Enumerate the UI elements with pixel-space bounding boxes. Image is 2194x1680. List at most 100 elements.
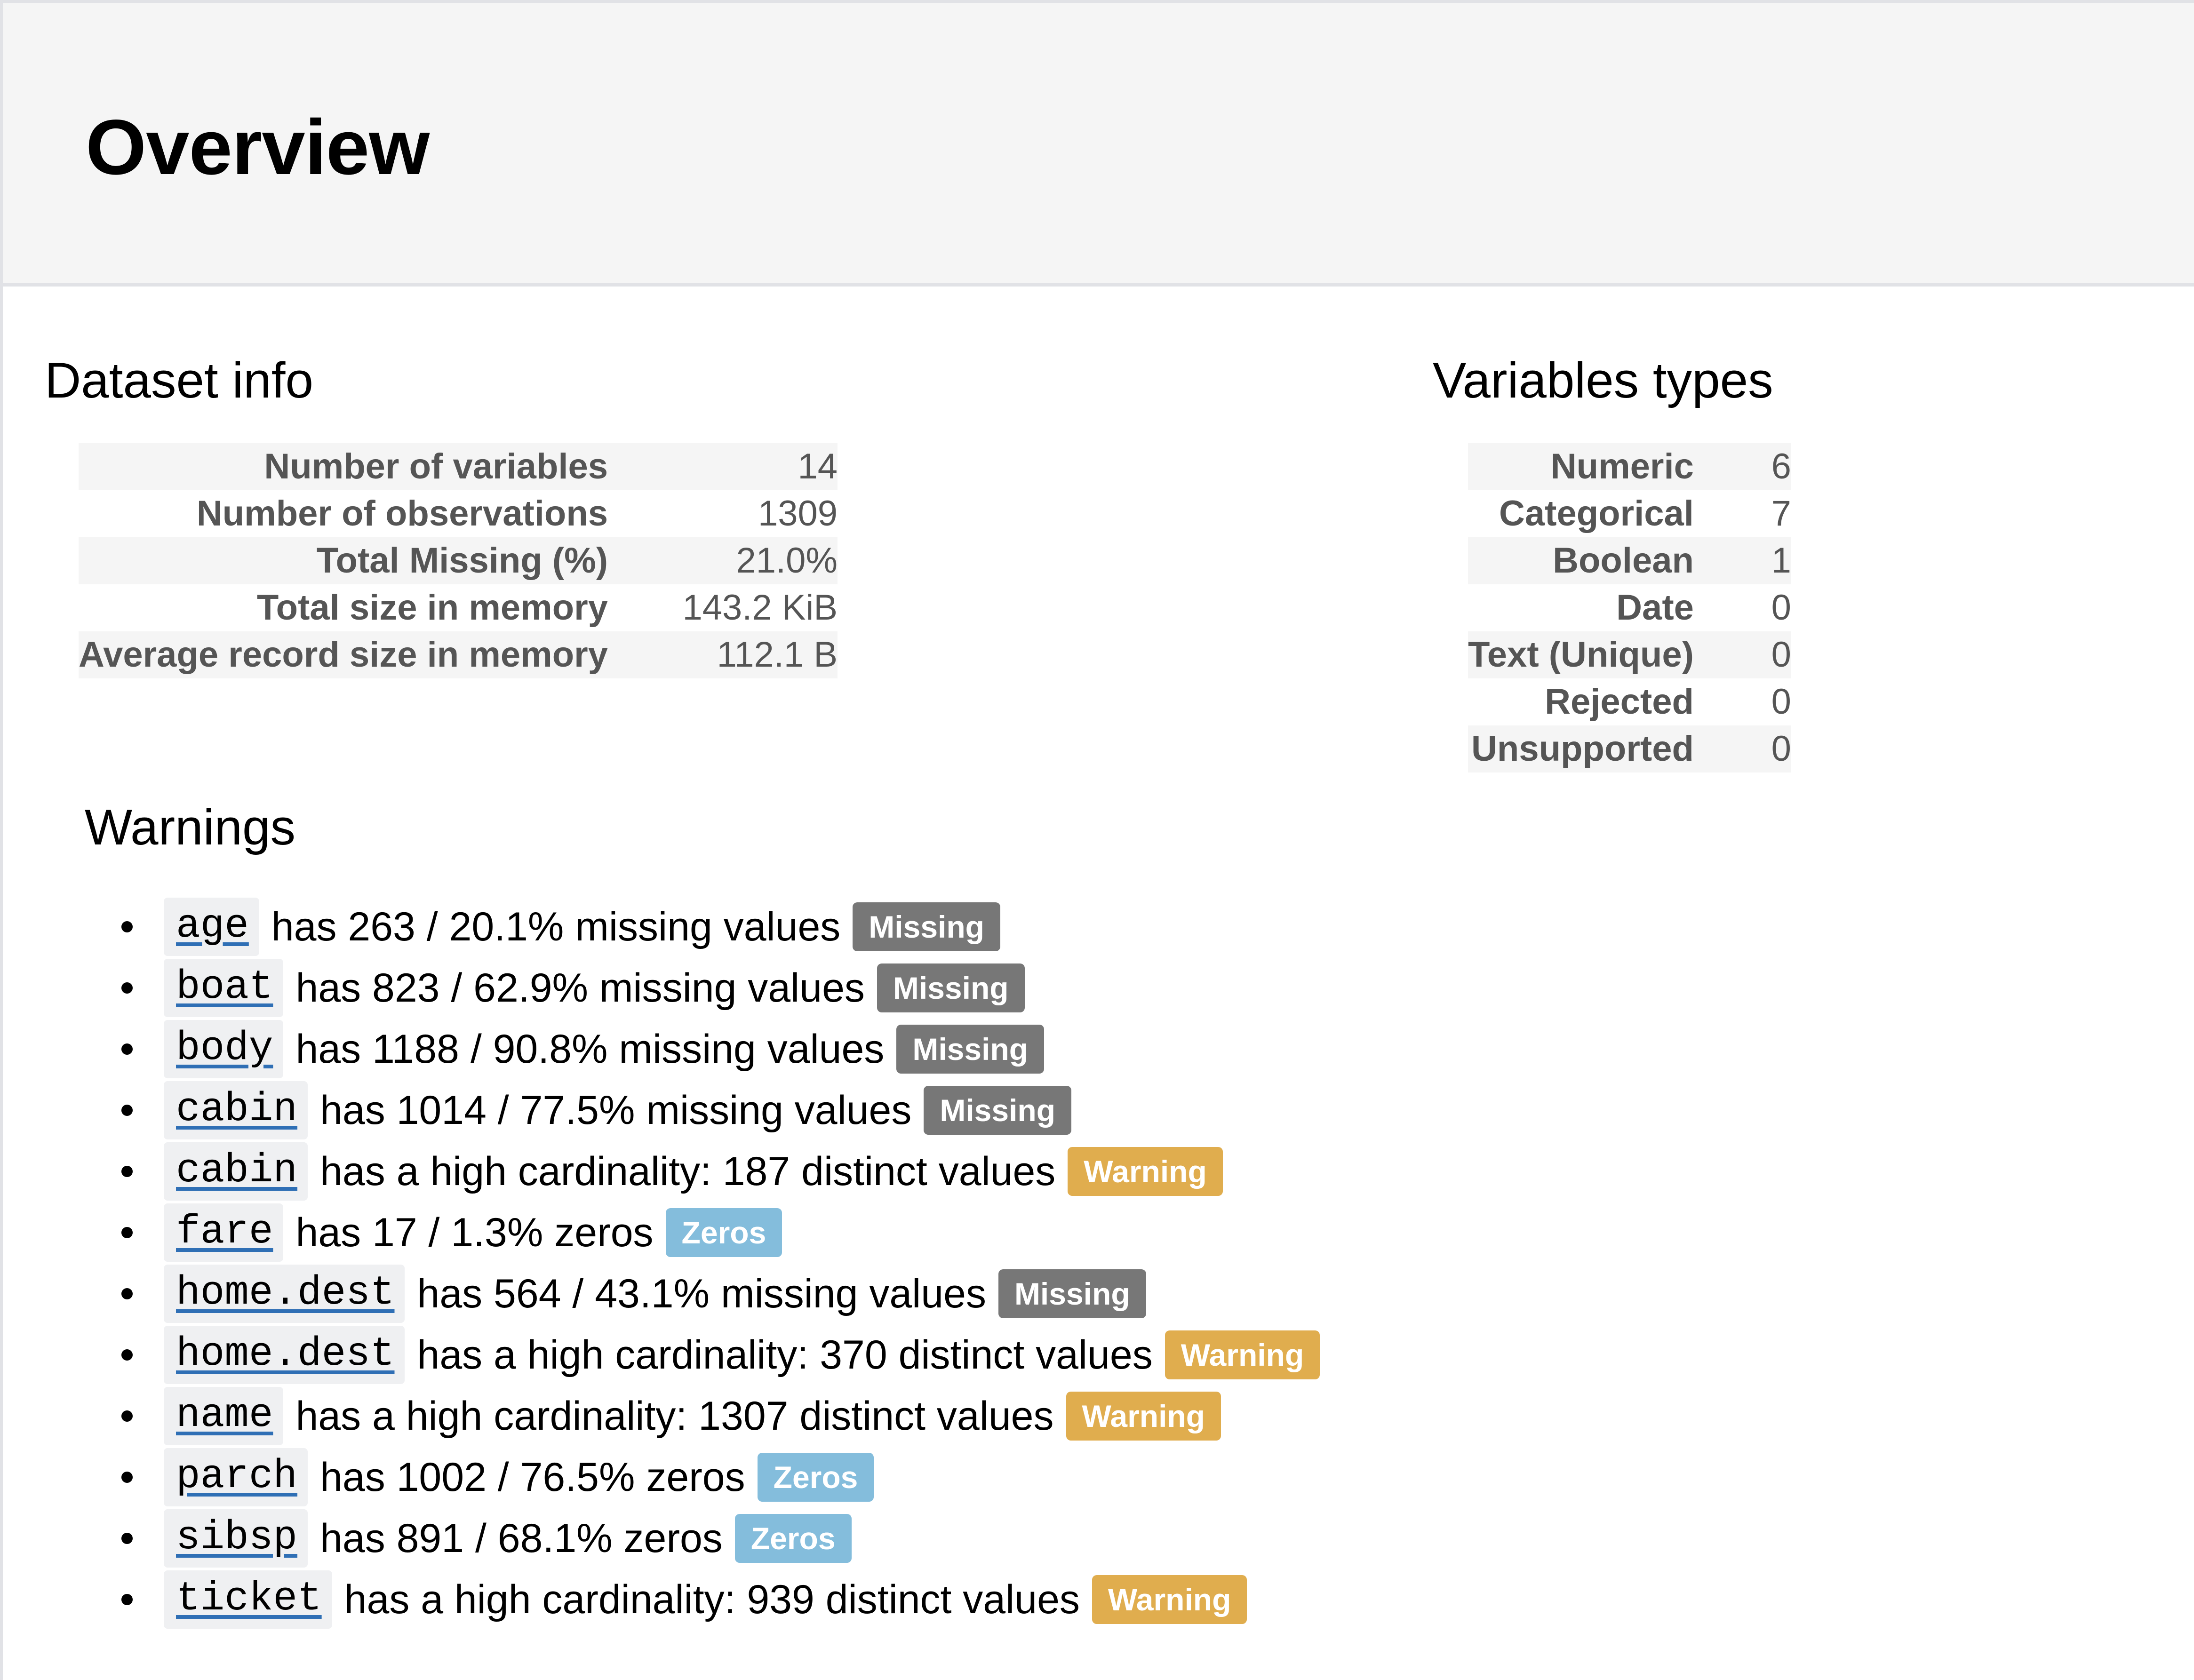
variable-link[interactable]: age: [164, 898, 259, 956]
status-badge: Zeros: [665, 1208, 782, 1257]
warning-message: has 564 / 43.1% missing values: [417, 1271, 986, 1316]
warning-message: has a high cardinality: 939 distinct val…: [344, 1576, 1080, 1622]
warning-message: has 263 / 20.1% missing values: [271, 904, 841, 949]
status-badge: Missing: [853, 902, 1000, 951]
bullet-icon: [121, 1288, 133, 1299]
page-title: Overview: [86, 104, 430, 191]
row-value: 0: [1771, 682, 1791, 722]
bullet-icon: [121, 1410, 133, 1422]
warning-message: has 1002 / 76.5% zeros: [320, 1454, 745, 1500]
warning-message: has 17 / 1.3% zeros: [295, 1210, 654, 1255]
row-label: Rejected: [1545, 682, 1694, 722]
row-value: 0: [1693, 725, 1791, 772]
row-value: 7: [1771, 494, 1791, 533]
warning-item: name has a high cardinality: 1307 distinc…: [121, 1385, 1320, 1447]
warning-message: has 1014 / 77.5% missing values: [320, 1087, 912, 1133]
table-row: Number of variables 14: [79, 443, 838, 490]
variable-types-heading: Variables types: [1433, 352, 1773, 408]
row-value: 112.1 B: [608, 631, 838, 678]
bullet-icon: [121, 982, 133, 994]
variable-link[interactable]: body: [164, 1020, 284, 1078]
warning-item: sibsp has 891 / 68.1% zeros Zeros: [121, 1508, 1320, 1569]
bullet-icon: [121, 1533, 133, 1544]
warning-item: ticket has a high cardinality: 939 distin…: [121, 1569, 1320, 1630]
row-value: 14: [608, 443, 838, 490]
status-badge: Zeros: [734, 1514, 852, 1563]
table-row: Text (Unique) 0: [1468, 631, 1791, 678]
row-label: Average record size in memory: [79, 631, 608, 678]
warning-message: has 823 / 62.9% missing values: [295, 965, 865, 1011]
dataset-info-heading: Dataset info: [45, 352, 313, 408]
warning-item: fare has 17 / 1.3% zeros Zeros: [121, 1202, 1320, 1263]
table-row: Date 0: [1468, 584, 1791, 631]
warning-message: has 1188 / 90.8% missing values: [295, 1026, 885, 1072]
row-label: Date: [1616, 588, 1694, 628]
status-badge: Warning: [1068, 1147, 1223, 1196]
table-row: Categorical 7: [1468, 490, 1791, 537]
table-row: Total Missing (%) 21.0%: [79, 537, 838, 584]
variable-link[interactable]: cabin: [164, 1081, 308, 1139]
warning-item: boat has 823 / 62.9% missing values Missin…: [121, 957, 1320, 1019]
row-label: Number of variables: [79, 443, 608, 490]
table-row: Boolean 1: [1468, 537, 1791, 584]
warning-item: age has 263 / 20.1% missing values Missing: [121, 896, 1320, 957]
warnings-heading: Warnings: [85, 799, 295, 855]
warning-item: body has 1188 / 90.8% missing values Missi…: [121, 1019, 1320, 1080]
overview-header: Overview: [3, 3, 2194, 287]
row-label: Numeric: [1468, 443, 1694, 490]
table-row: Total size in memory 143.2 KiB: [79, 584, 838, 631]
status-badge: Warning: [1092, 1575, 1247, 1624]
table-row: Rejected 0: [1468, 678, 1791, 725]
dataset-info-rows: Number of variables 14 Number of observati…: [79, 443, 838, 678]
row-label: Categorical: [1499, 494, 1694, 533]
row-label: Unsupported: [1468, 725, 1694, 772]
variable-link[interactable]: home.dest: [164, 1265, 405, 1323]
warning-item: home.dest has a high cardinality: 370 dis…: [121, 1324, 1320, 1385]
bullet-icon: [121, 921, 133, 932]
variable-link[interactable]: boat: [164, 959, 284, 1017]
table-row: Unsupported 0: [1468, 725, 1791, 772]
row-value: 6: [1693, 443, 1791, 490]
warning-item: home.dest has 564 / 43.1% missing values M…: [121, 1263, 1320, 1324]
table-row: Number of observations 1309: [79, 490, 838, 537]
row-value: 21.0%: [608, 537, 838, 584]
row-value: 1309: [758, 494, 838, 533]
row-value: 0: [1771, 588, 1791, 628]
bullet-icon: [121, 1227, 133, 1238]
variable-link[interactable]: home.dest: [164, 1326, 405, 1384]
variable-types-rows: Numeric 6 Categorical 7 Boolean 1 Date 0 Text (U…: [1468, 443, 1791, 772]
variable-link[interactable]: ticket: [164, 1570, 332, 1629]
row-label: Total size in memory: [256, 588, 608, 628]
row-label: Total Missing (%): [79, 537, 608, 584]
variable-link[interactable]: parch: [164, 1448, 308, 1506]
warning-item: cabin has 1014 / 77.5% missing values Miss…: [121, 1080, 1320, 1141]
row-label: Text (Unique): [1468, 631, 1694, 678]
table-row: Average record size in memory 112.1 B: [79, 631, 838, 678]
variable-link[interactable]: name: [164, 1387, 284, 1445]
bullet-icon: [121, 1166, 133, 1177]
status-badge: Missing: [998, 1269, 1146, 1318]
row-value: 143.2 KiB: [682, 588, 838, 628]
variable-link[interactable]: fare: [164, 1203, 284, 1262]
bullet-icon: [121, 1105, 133, 1116]
bullet-icon: [121, 1594, 133, 1605]
status-badge: Missing: [924, 1086, 1072, 1135]
warning-message: has a high cardinality: 187 distinct val…: [320, 1148, 1056, 1194]
row-label: Boolean: [1468, 537, 1694, 584]
bullet-icon: [121, 1349, 133, 1361]
row-label: Number of observations: [196, 494, 608, 533]
status-badge: Zeros: [757, 1453, 874, 1502]
warning-message: has a high cardinality: 370 distinct val…: [417, 1332, 1153, 1377]
variable-link[interactable]: cabin: [164, 1142, 308, 1201]
variable-link[interactable]: sibsp: [164, 1509, 308, 1568]
warning-item: parch has 1002 / 76.5% zeros Zeros: [121, 1447, 1320, 1508]
warning-item: cabin has a high cardinality: 187 distinc…: [121, 1141, 1320, 1202]
status-badge: Missing: [896, 1025, 1045, 1074]
table-row: Numeric 6: [1468, 443, 1791, 490]
warning-message: has 891 / 68.1% zeros: [320, 1515, 723, 1561]
row-value: 0: [1693, 631, 1791, 678]
status-badge: Warning: [1066, 1392, 1221, 1441]
row-value: 1: [1693, 537, 1791, 584]
warning-message: has a high cardinality: 1307 distinct va…: [295, 1393, 1054, 1439]
dataset-info-table: Number of variables 14 Number of observati…: [79, 443, 838, 678]
